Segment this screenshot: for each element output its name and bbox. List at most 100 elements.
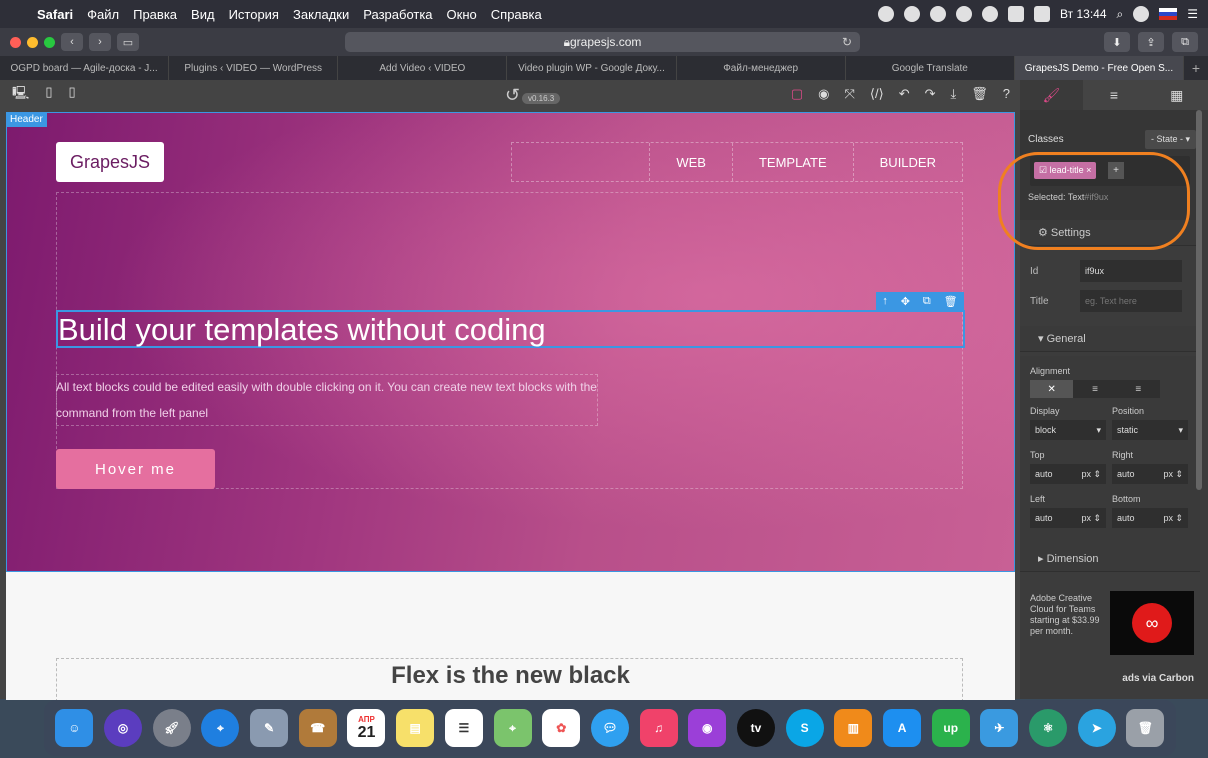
hero-lead-text[interactable]: All text blocks could be edited easily w… — [56, 374, 598, 426]
component-outline-icon[interactable]: ▢ — [791, 86, 803, 102]
sidebar-toggle-button[interactable]: ▭ — [117, 33, 139, 51]
left-input[interactable]: auto px ⇕ — [1030, 508, 1106, 528]
tab-google-translate[interactable]: Google Translate — [846, 56, 1015, 80]
nav-link-template[interactable]: TEMPLATE — [731, 143, 853, 181]
position-select[interactable]: static ▾ — [1112, 420, 1188, 440]
safari-icon[interactable]: ⌖ — [201, 709, 240, 747]
ad-image[interactable]: ∞ — [1110, 591, 1194, 655]
maps-icon[interactable]: ⌖ — [493, 709, 532, 747]
mobile-device-icon[interactable]: ▯ — [69, 84, 76, 106]
menu-bookmarks[interactable]: Закладки — [286, 7, 356, 22]
wifi-icon[interactable] — [1008, 6, 1025, 22]
redo-icon[interactable]: ↷ — [925, 86, 936, 102]
reload-icon[interactable]: ↻ — [842, 35, 852, 49]
carbon-ad[interactable]: Adobe Creative Cloud for Teams starting … — [1020, 585, 1200, 695]
finder-icon[interactable]: ☺ — [55, 709, 94, 747]
blocks-grid-icon[interactable]: ▦ — [1145, 80, 1208, 110]
state-select[interactable]: - State - ▾ — [1144, 130, 1196, 149]
general-section-header[interactable]: ▾ General — [1020, 326, 1200, 352]
apple-tv-icon[interactable]: tv — [736, 709, 775, 747]
new-tab-button[interactable]: + — [1184, 56, 1208, 80]
align-left-icon[interactable]: ≡ — [1073, 380, 1117, 398]
siri-icon[interactable] — [1133, 6, 1150, 22]
move-icon[interactable]: ✥ — [901, 295, 910, 308]
preview-icon[interactable]: ✎ — [250, 709, 289, 747]
calendar-icon[interactable]: АПР 21 — [347, 709, 386, 747]
editor-canvas[interactable]: Header GrapesJS WEB TEMPLATE BUILDER ↑ ✥… — [6, 112, 1015, 700]
display-select[interactable]: block ▾ — [1030, 420, 1106, 440]
tab-grapesjs-demo[interactable]: GrapesJS Demo - Free Open S... — [1014, 56, 1184, 80]
messages-icon[interactable]: 💬︎ — [590, 709, 629, 747]
dimension-section-header[interactable]: ▸ Dimension — [1020, 546, 1200, 572]
forward-button[interactable]: › — [89, 33, 111, 51]
status-app-icon[interactable] — [878, 6, 895, 22]
status-app-icon[interactable] — [930, 6, 947, 22]
books-icon[interactable]: ▥ — [834, 709, 873, 747]
tab-video-plugin-doc[interactable]: Video plugin WP - Google Доку... — [507, 56, 677, 80]
share-button[interactable]: ⇪ — [1138, 32, 1164, 52]
style-manager-brush-icon[interactable]: 🖌︎ — [1020, 80, 1083, 110]
menu-file[interactable]: Файл — [80, 7, 126, 22]
nav-link-builder[interactable]: BUILDER — [852, 143, 962, 181]
menu-history[interactable]: История — [222, 7, 286, 22]
preview-eye-icon[interactable]: ◉ — [818, 86, 829, 102]
zoom-window-button[interactable] — [44, 36, 55, 48]
back-button[interactable]: ‹ — [61, 33, 83, 51]
telegram-like-app-icon[interactable]: ✈ — [980, 709, 1019, 747]
music-icon[interactable]: ♫ — [639, 709, 678, 747]
app-store-icon[interactable]: A — [883, 709, 922, 747]
menubar-clock[interactable]: Вт 13:44 — [1060, 7, 1106, 21]
status-app-icon[interactable] — [956, 6, 973, 22]
select-parent-arrow-icon[interactable]: ↑ — [882, 295, 888, 307]
downloads-button[interactable]: ⬇ — [1104, 32, 1130, 52]
keyboard-layout-flag-icon[interactable] — [1159, 8, 1178, 20]
status-app-icon[interactable] — [904, 6, 921, 22]
menu-window[interactable]: Окно — [440, 7, 484, 22]
photos-icon[interactable]: ✿ — [542, 709, 581, 747]
menu-edit[interactable]: Правка — [126, 7, 184, 22]
tab-ogpd-board[interactable]: OGPD board — Agile-доска - J... — [0, 56, 170, 80]
launchpad-icon[interactable]: 🚀︎ — [152, 709, 191, 747]
menu-help[interactable]: Справка — [484, 7, 549, 22]
address-bar[interactable]: 🔒︎ grapesjs.com ↻ — [345, 32, 860, 52]
contacts-icon[interactable]: ☎ — [298, 709, 337, 747]
upwork-icon[interactable]: up — [931, 709, 970, 747]
menu-develop[interactable]: Разработка — [356, 7, 439, 22]
hover-me-button[interactable]: Hover me — [56, 449, 215, 489]
tab-file-manager[interactable]: Файл-менеджер — [677, 56, 846, 80]
nav-link-web[interactable]: WEB — [649, 143, 732, 181]
ads-via-carbon-link[interactable]: ads via Carbon — [1122, 673, 1194, 684]
tab-add-video[interactable]: Add Video ‹ VIDEO — [338, 56, 508, 80]
atom-app-icon[interactable]: ⚛ — [1029, 709, 1068, 747]
siri-dock-icon[interactable]: ◎ — [104, 709, 143, 747]
trait-id-input[interactable] — [1080, 260, 1182, 282]
right-input[interactable]: auto px ⇕ — [1112, 464, 1188, 484]
skype-icon[interactable]: S — [785, 709, 824, 747]
fullscreen-icon[interactable]: ⤧ — [845, 86, 855, 102]
menu-app-safari[interactable]: Safari — [30, 7, 80, 22]
desktop-device-icon[interactable]: 🖳︎ — [12, 84, 29, 106]
tab-plugins[interactable]: Plugins ‹ VIDEO — WordPress — [169, 56, 339, 80]
notes-icon[interactable]: ▤ — [396, 709, 435, 747]
flex-section-title[interactable]: Flex is the new black — [6, 662, 1015, 690]
clone-icon[interactable]: ⧉ — [923, 295, 931, 308]
tab-overview-button[interactable]: ⧉ — [1172, 32, 1198, 52]
undo-icon[interactable]: ↶ — [899, 86, 910, 102]
help-icon[interactable]: ? — [1003, 86, 1010, 102]
status-app-icon[interactable] — [982, 6, 999, 22]
code-view-icon[interactable]: ⟨/⟩ — [870, 86, 884, 102]
ad-text[interactable]: Adobe Creative Cloud for Teams starting … — [1030, 593, 1110, 637]
align-right-icon[interactable]: ≡ — [1116, 380, 1160, 398]
clear-trash-icon[interactable]: 🗑︎ — [971, 86, 988, 102]
trait-title-input[interactable] — [1080, 290, 1182, 312]
header-section[interactable]: Header GrapesJS WEB TEMPLATE BUILDER ↑ ✥… — [6, 112, 1015, 572]
spotlight-search-icon[interactable]: ⌕ — [1117, 7, 1124, 22]
minimize-window-button[interactable] — [27, 36, 38, 48]
hero-title[interactable]: Build your templates without coding — [58, 312, 546, 348]
site-logo[interactable]: GrapesJS — [56, 142, 164, 182]
top-input[interactable]: auto px ⇕ — [1030, 464, 1106, 484]
delete-icon[interactable]: 🗑︎ — [944, 295, 958, 308]
align-none-icon[interactable]: ✕ — [1030, 380, 1074, 398]
bottom-input[interactable]: auto px ⇕ — [1112, 508, 1188, 528]
battery-icon[interactable] — [1034, 6, 1051, 22]
